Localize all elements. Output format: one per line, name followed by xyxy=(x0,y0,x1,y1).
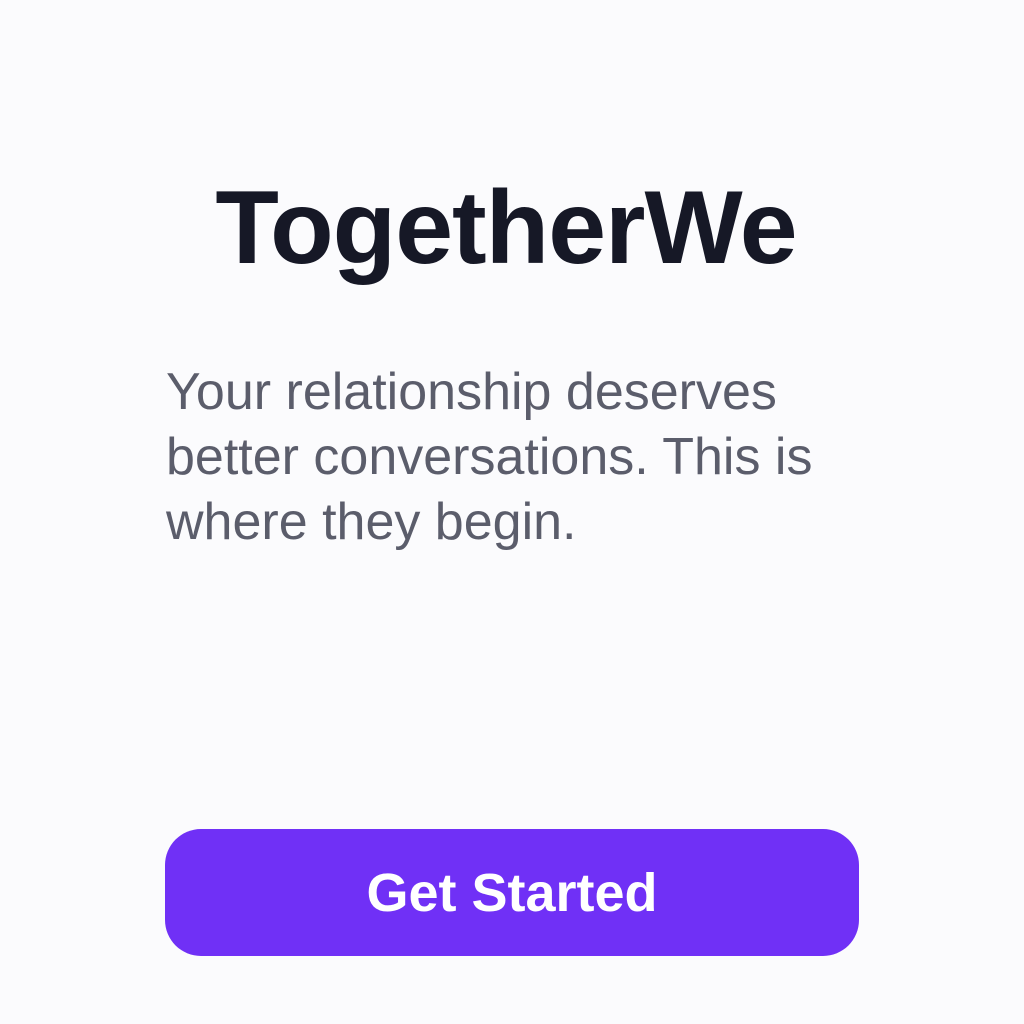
tagline: Your relationship deserves better conver… xyxy=(166,363,813,551)
get-started-button[interactable]: Get Started xyxy=(165,829,859,956)
welcome-screen: TogetherWe Your relationship deserves be… xyxy=(0,0,1024,1024)
app-title: TogetherWe xyxy=(215,170,797,286)
